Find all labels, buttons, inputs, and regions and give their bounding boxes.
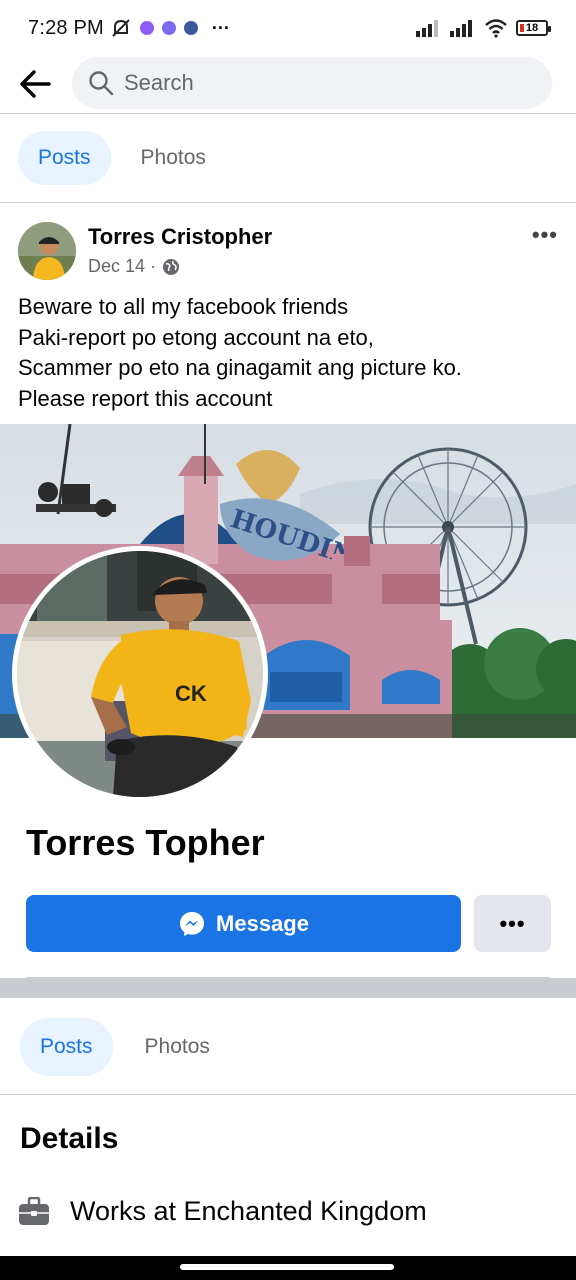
search-input[interactable] — [124, 70, 484, 96]
search-bar[interactable] — [72, 57, 552, 109]
signal-icon — [450, 20, 472, 37]
muted-bell-icon — [112, 19, 130, 37]
post-more-button[interactable]: ••• — [532, 222, 558, 248]
post-author[interactable]: Torres Cristopher — [88, 224, 272, 250]
header-divider — [0, 113, 576, 114]
back-arrow-icon — [20, 70, 51, 98]
profile-picture-frame: CK — [17, 551, 263, 797]
post-text-line: Please report this account — [18, 385, 273, 411]
status-right: 18 — [416, 18, 551, 38]
top-tabs: Posts Photos — [18, 131, 226, 185]
battery-level: 18 — [525, 22, 539, 34]
tab-posts[interactable]: Posts — [18, 131, 111, 185]
signal-icon — [416, 20, 438, 37]
profile-tabs: Posts Photos — [20, 1018, 230, 1076]
app-notification-icon — [183, 21, 198, 35]
tab-photos[interactable]: Photos — [121, 131, 226, 185]
profile-tabs-divider — [0, 1094, 576, 1095]
shirt-logo: CK — [175, 681, 207, 706]
wifi-icon — [485, 19, 507, 38]
status-bar: 7:28 PM ··· 18 — [0, 0, 576, 56]
detail-work: Works at Enchanted Kingdom — [18, 1196, 427, 1227]
profile-more-button[interactable]: ••• — [474, 895, 551, 952]
message-button[interactable]: Message — [26, 895, 461, 952]
profile-picture[interactable]: CK — [12, 546, 268, 802]
back-button[interactable] — [0, 56, 70, 112]
messenger-icon — [180, 911, 205, 936]
tabs-divider — [0, 202, 576, 203]
search-icon — [89, 71, 114, 96]
briefcase-icon — [19, 1196, 49, 1225]
globe-icon — [163, 258, 180, 275]
post-meta: Dec 14 · — [88, 256, 180, 277]
messenger-icon — [139, 21, 154, 35]
details-heading: Details — [20, 1122, 119, 1155]
post-text-line: Beware to all my facebook friends — [18, 294, 349, 319]
avatar-image — [18, 222, 76, 280]
notification-icons: ··· — [110, 17, 230, 39]
author-avatar[interactable] — [18, 222, 76, 280]
detail-work-text: Works at Enchanted Kingdom — [70, 1196, 427, 1226]
search-header — [0, 56, 576, 112]
post-date: Dec 14 · — [88, 256, 157, 276]
home-gesture-handle[interactable] — [180, 1264, 394, 1270]
message-button-label: Message — [216, 910, 309, 936]
profile-photo-image: CK — [17, 551, 263, 797]
profile-name: Torres Topher — [26, 822, 265, 863]
section-separator — [0, 978, 576, 998]
more-notifications-icon: ··· — [211, 17, 230, 38]
profile-tab-posts[interactable]: Posts — [20, 1018, 113, 1076]
messenger-icon — [161, 21, 176, 35]
profile-tab-photos[interactable]: Photos — [125, 1020, 230, 1074]
status-time: 7:28 PM — [28, 16, 104, 39]
post-text: Beware to all my facebook friends Paki-r… — [18, 292, 558, 414]
post-header: Torres Cristopher Dec 14 · ••• — [18, 220, 558, 280]
post-text-line: Scammer po eto na ginagamit ang picture … — [18, 355, 462, 380]
battery-icon: 18 — [516, 20, 551, 36]
post-text-line: Paki-report po etong account na eto, — [18, 324, 374, 350]
